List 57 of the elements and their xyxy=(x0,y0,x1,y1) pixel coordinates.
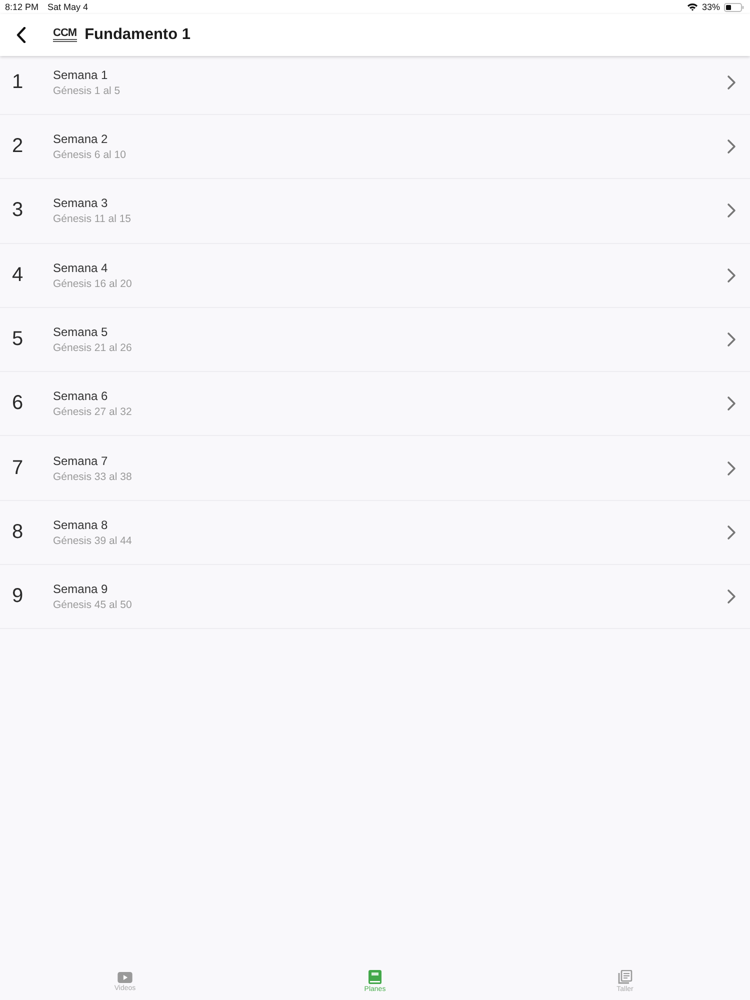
week-number: 5 xyxy=(12,328,24,352)
week-title: Semana 4 xyxy=(53,260,109,275)
week-row[interactable]: 6 Semana 6 Génesis 27 al 32 xyxy=(0,372,750,436)
week-number: 3 xyxy=(12,199,24,222)
week-title: Semana 5 xyxy=(53,325,109,340)
week-row[interactable]: 7 Semana 7 Génesis 33 al 38 xyxy=(0,436,750,501)
week-row[interactable]: 2 Semana 2 Génesis 6 al 10 xyxy=(0,115,750,180)
chevron-right-icon xyxy=(727,74,736,90)
week-number: 2 xyxy=(12,135,24,158)
battery-icon xyxy=(724,2,744,12)
week-title: Semana 1 xyxy=(53,68,109,82)
week-row[interactable]: 1 Semana 1 Génesis 1 al 5 xyxy=(0,56,750,115)
book-icon xyxy=(367,970,383,984)
back-button[interactable] xyxy=(14,26,28,44)
chevron-right-icon xyxy=(727,460,736,476)
chevron-right-icon xyxy=(727,524,736,540)
status-time: 8:12 PM xyxy=(5,2,39,12)
week-row[interactable]: 8 Semana 8 Génesis 39 al 44 xyxy=(0,500,750,566)
week-number: 1 xyxy=(12,70,24,94)
week-chapters: Génesis 27 al 32 xyxy=(53,406,133,418)
week-number: 7 xyxy=(12,456,24,480)
week-number: 6 xyxy=(12,392,24,416)
week-row[interactable]: 3 Semana 3 Génesis 11 al 15 xyxy=(0,179,750,244)
week-number: 4 xyxy=(12,264,24,287)
week-title: Semana 7 xyxy=(53,454,109,468)
chevron-right-icon xyxy=(727,589,736,604)
documents-icon xyxy=(617,970,633,984)
page-title: Fundamento 1 xyxy=(84,26,190,44)
chevron-right-icon xyxy=(727,139,736,154)
video-icon xyxy=(117,972,133,982)
week-title: Semana 6 xyxy=(53,389,109,404)
chevron-right-icon xyxy=(727,396,736,412)
week-title: Semana 3 xyxy=(53,196,109,210)
brand-logo: CCM xyxy=(53,28,77,42)
week-row[interactable]: 9 Semana 9 Génesis 45 al 50 xyxy=(0,565,750,630)
week-title: Semana 9 xyxy=(53,582,109,596)
week-chapters: Génesis 39 al 44 xyxy=(53,534,133,547)
chevron-right-icon xyxy=(727,332,736,348)
chevron-right-icon xyxy=(727,268,736,283)
week-chapters: Génesis 1 al 5 xyxy=(53,84,122,96)
week-title: Semana 8 xyxy=(53,518,109,532)
week-row[interactable]: 4 Semana 4 Génesis 16 al 20 xyxy=(0,244,750,308)
back-chevron-icon xyxy=(16,27,26,43)
battery-percentage: 33% xyxy=(702,2,720,12)
week-number: 8 xyxy=(12,520,24,544)
week-title: Semana 2 xyxy=(53,132,109,146)
week-number: 9 xyxy=(12,585,24,608)
week-chapters: Génesis 11 al 15 xyxy=(53,213,132,226)
week-row[interactable]: 5 Semana 5 Génesis 21 al 26 xyxy=(0,308,750,372)
week-chapters: Génesis 21 al 26 xyxy=(53,342,133,354)
wifi-icon xyxy=(686,3,698,11)
week-chapters: Génesis 33 al 38 xyxy=(53,470,133,483)
status-date: Sat May 4 xyxy=(48,2,88,12)
week-chapters: Génesis 6 al 10 xyxy=(53,149,127,162)
week-chapters: Génesis 45 al 50 xyxy=(53,599,133,612)
week-chapters: Génesis 16 al 20 xyxy=(53,278,133,290)
chevron-right-icon xyxy=(727,203,736,218)
